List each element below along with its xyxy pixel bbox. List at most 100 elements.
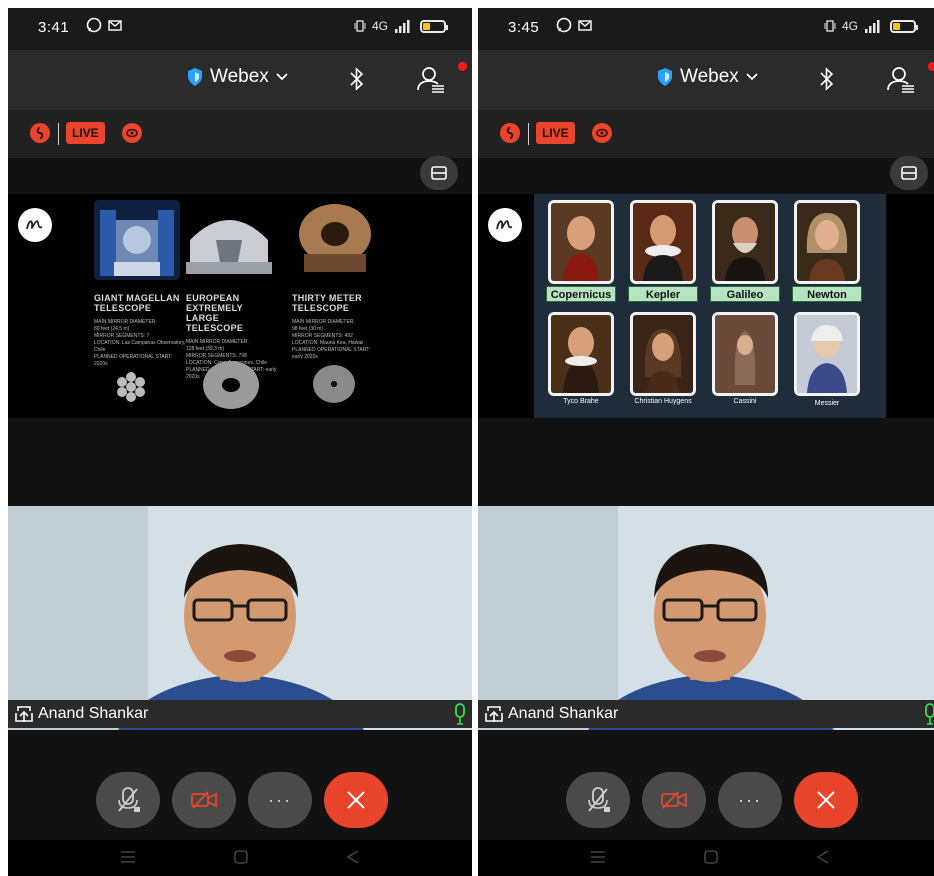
divider	[528, 123, 529, 145]
mic-active-icon	[455, 703, 465, 725]
live-bar: LIVE	[478, 110, 934, 158]
annotate-pen-icon	[496, 220, 513, 230]
participant-video-frame	[478, 506, 934, 730]
live-bar: LIVE	[8, 110, 472, 158]
call-controls: ···	[478, 758, 934, 838]
app-title: Webex	[210, 66, 269, 87]
layout-icon	[901, 166, 917, 180]
system-nav-bar	[8, 840, 472, 876]
mute-button[interactable]	[96, 772, 160, 828]
back-icon[interactable]	[816, 850, 830, 864]
participant-name: Anand Shankar	[38, 705, 149, 722]
viewers-indicator[interactable]	[592, 123, 612, 143]
mail-icon	[108, 20, 122, 31]
recording-indicator[interactable]	[500, 123, 520, 143]
portrait-christian-huygens	[630, 312, 696, 396]
name-copernicus: Copernicus	[546, 286, 616, 302]
name-cassini: Cassini	[733, 398, 757, 405]
portrait-messier	[794, 312, 860, 396]
participants-icon[interactable]	[416, 64, 446, 94]
menu-icon[interactable]	[590, 850, 606, 864]
eye-icon	[596, 128, 608, 138]
name-messier: Messier	[814, 400, 840, 407]
mail-icon	[578, 20, 592, 31]
more-icon: ···	[738, 789, 762, 810]
network-label: 4G	[371, 19, 388, 33]
viewers-indicator[interactable]	[122, 123, 142, 143]
chevron-down-icon	[746, 73, 758, 81]
mic-muted-icon	[588, 787, 610, 812]
camera-off-icon	[191, 791, 217, 809]
divider	[58, 123, 59, 145]
menu-icon[interactable]	[120, 850, 136, 864]
call-controls: ···	[8, 758, 472, 838]
annotate-button[interactable]	[18, 208, 52, 242]
more-icon: ···	[268, 789, 292, 810]
portrait-newton	[794, 200, 860, 284]
elt-mirror-diagram	[203, 361, 259, 409]
share-screen-icon[interactable]	[484, 705, 504, 723]
end-call-button[interactable]	[324, 772, 388, 828]
participants-icon[interactable]	[886, 64, 916, 94]
name-newton: Newton	[792, 286, 862, 302]
participant-video[interactable]	[8, 506, 472, 730]
end-call-button[interactable]	[794, 772, 858, 828]
participant-name: Anand Shankar	[508, 705, 619, 722]
webex-site-selector[interactable]: Webex	[656, 66, 759, 88]
whatsapp-icon	[86, 17, 102, 33]
share-screen-icon[interactable]	[14, 705, 34, 723]
layout-toggle-button[interactable]	[890, 156, 928, 190]
home-icon[interactable]	[704, 850, 718, 864]
telescope-tmt-image	[292, 200, 378, 280]
status-bar: 3:41 4G	[8, 8, 472, 50]
bluetooth-icon[interactable]	[348, 66, 366, 92]
more-button[interactable]: ···	[718, 772, 782, 828]
mute-button[interactable]	[566, 772, 630, 828]
portrait-kepler	[630, 200, 696, 284]
vibrate-icon	[824, 20, 836, 32]
bluetooth-icon[interactable]	[818, 66, 836, 92]
chevron-down-icon	[276, 73, 288, 81]
shared-content: Copernicus Kepler Galileo Newton Tyco Br…	[478, 194, 934, 418]
whatsapp-icon	[556, 17, 572, 33]
phone-screen-left: 3:41 4G Webex LIVE GIANT MAGELLAN TELESC…	[8, 8, 472, 876]
mic-muted-icon	[118, 787, 140, 812]
annotate-pen-icon	[26, 220, 43, 230]
system-nav-bar	[478, 840, 934, 876]
network-label: 4G	[841, 19, 858, 33]
recording-indicator[interactable]	[30, 123, 50, 143]
portrait-tyco-brahe	[548, 312, 614, 396]
live-badge: LIVE	[66, 122, 105, 144]
mic-active-icon	[925, 703, 934, 725]
telescope-gmt: GIANT MAGELLAN TELESCOPE MAIN MIRROR DIA…	[94, 200, 186, 368]
home-icon[interactable]	[234, 850, 248, 864]
webex-site-selector[interactable]: Webex	[186, 66, 289, 88]
layout-toggle-button[interactable]	[420, 156, 458, 190]
portrait-copernicus	[548, 200, 614, 284]
name-christian-huygens: Christian Huygens	[634, 398, 692, 405]
eye-icon	[126, 128, 138, 138]
status-bar: 3:45 4G	[478, 8, 934, 50]
tmt-mirror-diagram	[313, 365, 355, 403]
more-button[interactable]: ···	[248, 772, 312, 828]
name-kepler: Kepler	[628, 286, 698, 302]
name-galileo: Galileo	[710, 286, 780, 302]
telescope-gmt-image	[94, 200, 180, 280]
portrait-cassini	[712, 312, 778, 396]
telescope-elt-name: EUROPEAN EXTREMELY LARGE TELESCOPE	[186, 293, 244, 333]
telescope-tmt: THIRTY METER TELESCOPE MAIN MIRROR DIAME…	[292, 200, 384, 361]
annotate-button[interactable]	[488, 208, 522, 242]
end-call-icon	[347, 791, 365, 809]
video-button[interactable]	[642, 772, 706, 828]
app-toolbar: Webex	[8, 50, 472, 110]
participant-video[interactable]	[478, 506, 934, 730]
battery-icon	[890, 19, 918, 33]
back-icon[interactable]	[346, 850, 360, 864]
video-button[interactable]	[172, 772, 236, 828]
recording-icon	[36, 127, 44, 139]
end-call-icon	[817, 791, 835, 809]
notification-dot	[928, 62, 934, 71]
phone-screen-right: 3:45 4G Webex LIVE Copernicus Kepler Gal…	[478, 8, 934, 876]
participant-name-bar: Anand Shankar	[8, 700, 472, 728]
telescope-elt-image	[186, 200, 272, 280]
